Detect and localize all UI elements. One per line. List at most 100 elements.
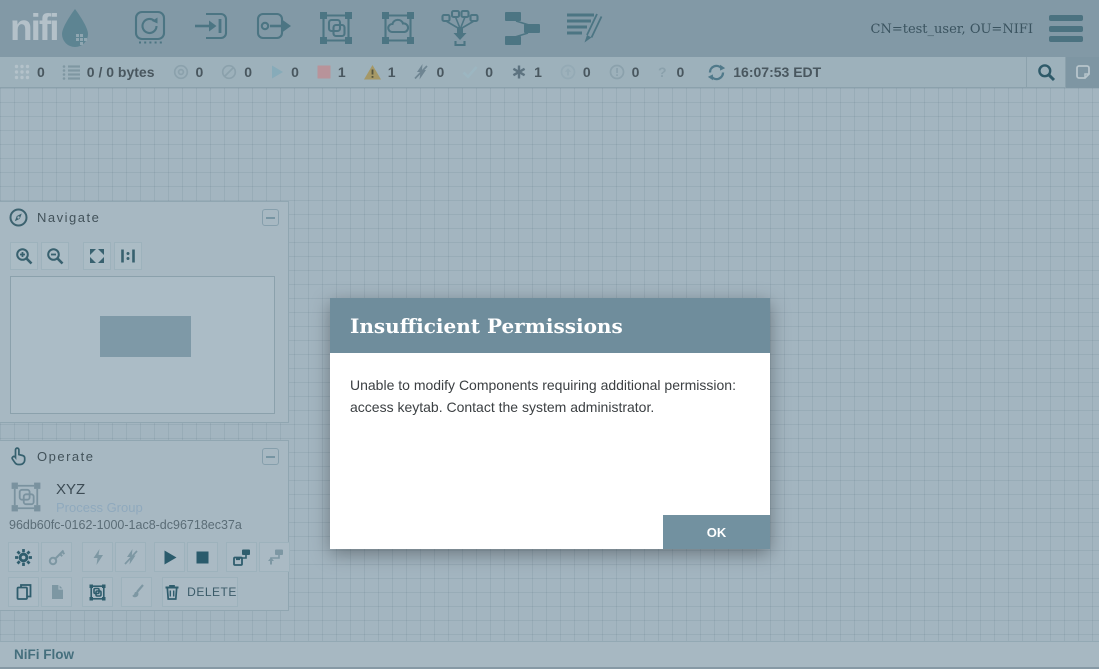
stat-stopped: 1	[316, 64, 346, 80]
stale-icon	[559, 63, 577, 81]
navigate-toolbar	[0, 232, 288, 270]
gear-icon	[14, 548, 33, 567]
operate-panel-header: Operate	[0, 441, 288, 471]
selected-component-id: 96db60fc-0162-1000-1ac8-dc96718ec37a	[9, 518, 242, 532]
stat-locally-modified-stale: 0	[608, 63, 640, 81]
zoom-fit-button[interactable]	[83, 242, 111, 270]
stat-queued: 0 / 0 bytes	[62, 63, 155, 81]
collapse-operate-icon[interactable]	[262, 448, 279, 465]
operate-actions-row-1	[8, 542, 290, 572]
running-icon	[269, 64, 285, 80]
breadcrumb-bar: NiFi Flow	[0, 641, 1099, 669]
stat-running: 0	[269, 64, 299, 80]
zoom-actual-button[interactable]	[114, 242, 142, 270]
navigate-panel-header: Navigate	[0, 202, 288, 232]
refresh-control[interactable]: 16:07:53 EDT	[707, 63, 821, 82]
stopped-icon	[316, 64, 332, 80]
zoom-out-button[interactable]	[41, 242, 69, 270]
stat-transmitting: 0	[172, 63, 204, 81]
stat-locally-modified: 1	[510, 63, 542, 81]
invalid-icon	[363, 64, 382, 81]
search-icon	[1037, 63, 1056, 82]
stat-active-threads: 0	[13, 63, 45, 81]
active-threads-grid-icon	[13, 63, 31, 81]
input-port-icon[interactable]	[192, 8, 232, 48]
selected-component-info: XYZ Process Group	[8, 479, 143, 515]
locally-modified-icon	[510, 63, 528, 81]
operate-actions-row-2: DELETE	[8, 577, 238, 607]
disabled-icon	[412, 63, 430, 81]
status-bar: 0 0 / 0 bytes 0 0 0	[0, 57, 1099, 88]
template-icon[interactable]	[502, 8, 542, 48]
birdseye-minimap[interactable]	[10, 276, 275, 414]
revert-flow-version-button[interactable]	[259, 542, 290, 572]
global-menu-icon[interactable]	[1049, 15, 1083, 42]
lightning-slash-icon	[122, 548, 140, 566]
stat-disabled: 0	[412, 63, 444, 81]
nifi-droplet-icon	[59, 8, 91, 48]
group-button[interactable]	[82, 577, 113, 607]
change-color-button[interactable]	[121, 577, 152, 607]
nifi-application: nifi	[0, 0, 1099, 669]
locally-modified-stale-icon	[608, 63, 626, 81]
remote-process-group-icon[interactable]	[378, 8, 418, 48]
delete-button[interactable]: DELETE	[162, 577, 238, 607]
flow-canvas[interactable]: Navigate	[0, 88, 1099, 641]
collapse-navigate-icon[interactable]	[262, 209, 279, 226]
stat-stale: 0	[559, 63, 591, 81]
stat-sync-failure: ? 0	[656, 63, 684, 81]
zoom-fit-icon	[88, 247, 106, 265]
access-policies-button[interactable]	[41, 542, 72, 572]
key-icon	[48, 548, 66, 566]
nifi-logo-text: nifi	[10, 7, 57, 49]
zoom-in-button[interactable]	[10, 242, 38, 270]
svg-text:?: ?	[658, 64, 667, 80]
minimap-viewport[interactable]	[100, 316, 191, 357]
enable-button[interactable]	[82, 542, 113, 572]
copy-button[interactable]	[8, 577, 39, 607]
sync-failure-icon: ?	[656, 63, 670, 81]
not-transmitting-icon	[220, 63, 238, 81]
save-flow-version-button[interactable]	[226, 542, 257, 572]
dialog-header: Insufficient Permissions	[330, 298, 770, 353]
paste-button[interactable]	[41, 577, 72, 607]
operate-panel-title: Operate	[37, 449, 262, 464]
lightning-bolt-icon	[89, 548, 107, 566]
bulletin-icon	[1074, 63, 1092, 81]
zoom-out-icon	[46, 247, 65, 266]
app-header: nifi	[0, 0, 1099, 57]
flow-version-revert-icon	[265, 548, 284, 566]
start-button[interactable]	[154, 542, 185, 572]
group-selection-icon	[88, 583, 107, 602]
operate-panel: Operate XYZ Process Group	[0, 440, 289, 611]
status-bar-right	[1026, 57, 1099, 87]
search-button[interactable]	[1027, 57, 1065, 87]
stat-not-transmitting: 0	[220, 63, 252, 81]
navigate-panel-title: Navigate	[37, 210, 262, 225]
funnel-icon[interactable]	[440, 8, 480, 48]
dialog-body: Unable to modify Components requiring ad…	[330, 353, 770, 549]
delete-button-label: DELETE	[187, 585, 237, 599]
refresh-time: 16:07:53 EDT	[733, 64, 821, 80]
refresh-icon	[707, 63, 726, 82]
bulletin-board-toggle[interactable]	[1066, 57, 1099, 88]
label-icon[interactable]	[564, 8, 604, 48]
stat-up-to-date: 0	[461, 63, 493, 81]
zoom-in-icon	[15, 247, 34, 266]
output-port-icon[interactable]	[254, 8, 294, 48]
process-group-icon[interactable]	[316, 8, 356, 48]
hand-pointer-icon	[9, 446, 28, 466]
zoom-actual-icon	[119, 247, 137, 265]
breadcrumb-nifi-flow[interactable]: NiFi Flow	[14, 647, 74, 662]
current-user-identity: CN=test_user, OU=NIFI	[871, 22, 1034, 37]
configure-button[interactable]	[8, 542, 39, 572]
dialog-message: Unable to modify Components requiring ad…	[350, 374, 750, 419]
insufficient-permissions-dialog: Insufficient Permissions Unable to modif…	[330, 298, 770, 549]
play-icon	[161, 549, 178, 566]
paste-icon	[48, 583, 66, 601]
processor-icon[interactable]	[130, 8, 170, 48]
disable-button[interactable]	[115, 542, 146, 572]
ok-button[interactable]: OK	[663, 515, 770, 549]
trash-icon	[163, 583, 181, 601]
stop-button[interactable]	[187, 542, 218, 572]
